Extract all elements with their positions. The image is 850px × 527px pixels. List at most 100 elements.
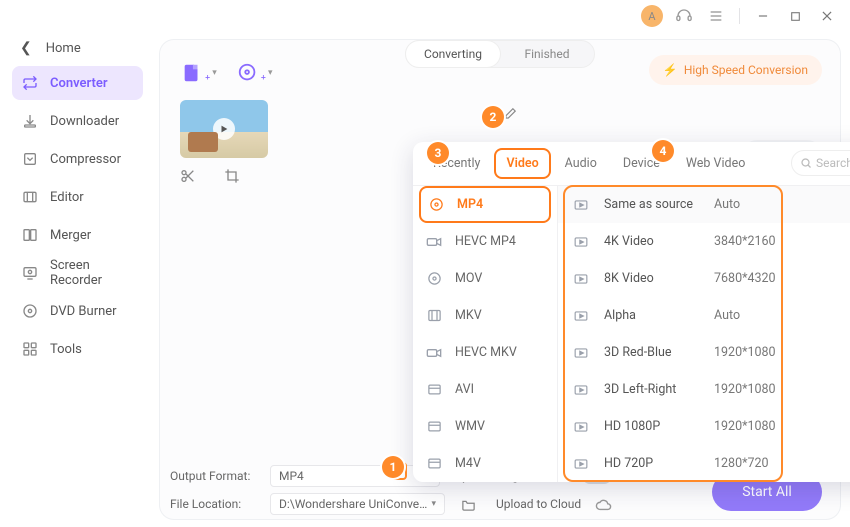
preset-row[interactable]: HD 1080P1920*1080 — [558, 408, 850, 445]
sidebar-item-editor[interactable]: Editor — [12, 180, 143, 214]
search-placeholder: Search — [816, 156, 850, 170]
format-m4v[interactable]: M4V — [413, 445, 557, 482]
preset-res: 1280*720 — [714, 456, 804, 471]
tab-video[interactable]: Video — [496, 150, 548, 177]
preset-list: Same as sourceAuto 4K Video3840*2160 8K … — [558, 186, 850, 482]
upload-cloud-label: Upload to Cloud — [496, 497, 581, 511]
tools-icon — [22, 341, 38, 357]
folder-open-icon[interactable] — [461, 497, 476, 512]
format-mp4[interactable]: MP4 — [419, 186, 551, 223]
format-label: MOV — [455, 271, 482, 286]
add-file-button[interactable]: ₊▾ — [181, 62, 217, 84]
clip-thumbnail[interactable] — [180, 100, 268, 158]
cloud-icon[interactable] — [595, 498, 612, 511]
window-close-button[interactable] — [816, 5, 838, 27]
window-minimize-button[interactable] — [752, 5, 774, 27]
preset-row[interactable]: 4K Video3840*2160 — [558, 223, 850, 260]
home-nav[interactable]: ❮ Home — [0, 34, 155, 66]
format-label: MKV — [455, 308, 482, 323]
add-dvd-button[interactable]: ₊▾ — [237, 62, 273, 84]
sidebar-item-tools[interactable]: Tools — [12, 332, 143, 366]
format-hevc-mkv[interactable]: HEVC MKV — [413, 334, 557, 371]
play-icon — [213, 118, 235, 140]
sidebar-item-dvd-burner[interactable]: DVD Burner — [12, 294, 143, 328]
preset-row[interactable]: Same as sourceAuto — [558, 186, 850, 223]
format-popup: Recently Video Audio Device Web Video Se… — [413, 142, 850, 482]
preset-res: 3840*2160 — [714, 234, 804, 249]
format-search[interactable]: Search — [791, 150, 850, 176]
titlebar: A — [0, 0, 850, 32]
preset-row[interactable]: AlphaAuto — [558, 297, 850, 334]
format-hevc-mp4[interactable]: HEVC MP4 — [413, 223, 557, 260]
segment-finished[interactable]: Finished — [500, 41, 594, 67]
disc-icon — [427, 196, 445, 214]
bolt-icon: ⚡ — [663, 63, 678, 77]
format-list: MP4 HEVC MP4 MOV MKV HEVC MKV AVI WMV M4… — [413, 186, 558, 482]
callout-4: 4 — [652, 140, 674, 162]
dvd-icon — [22, 303, 38, 319]
chevron-down-icon: ▾ — [212, 68, 217, 78]
sidebar-item-merger[interactable]: Merger — [12, 218, 143, 252]
segment-converting[interactable]: Converting — [406, 41, 500, 67]
callout-2: 2 — [482, 106, 504, 128]
callout-1: 1 — [382, 456, 404, 478]
sidebar-item-label: Tools — [50, 342, 82, 357]
plus-icon: ₊ — [261, 66, 266, 81]
preset-res: 1920*1080 — [714, 345, 804, 360]
support-icon[interactable] — [673, 5, 695, 27]
menu-icon[interactable] — [705, 5, 727, 27]
output-format-value: MP4 — [279, 469, 304, 483]
video-icon — [574, 347, 592, 359]
scissors-icon[interactable] — [180, 168, 196, 184]
preset-row[interactable]: HD 720P1280*720 — [558, 445, 850, 482]
camera-icon — [425, 344, 443, 362]
preset-row[interactable]: 3D Left-Right1920*1080 — [558, 371, 850, 408]
format-label: AVI — [455, 382, 474, 397]
tab-webvideo[interactable]: Web Video — [676, 150, 755, 177]
high-speed-button[interactable]: ⚡ High Speed Conversion — [649, 55, 822, 85]
crop-icon[interactable] — [224, 168, 240, 184]
window-maximize-button[interactable] — [784, 5, 806, 27]
user-avatar[interactable]: A — [641, 5, 663, 27]
chevron-down-icon: ▾ — [431, 499, 436, 509]
titlebar-divider — [739, 8, 740, 24]
preset-res: 1920*1080 — [714, 382, 804, 397]
preset-name: 8K Video — [604, 271, 714, 286]
converter-icon — [22, 75, 38, 91]
video-icon — [574, 458, 592, 470]
app-window: A ❮ Home Converter Downloader Compressor… — [0, 0, 850, 527]
sidebar-item-label: DVD Burner — [50, 304, 117, 319]
rename-icon[interactable] — [503, 107, 517, 121]
format-avi[interactable]: AVI — [413, 371, 557, 408]
format-label: WMV — [455, 419, 485, 434]
file-location-select[interactable]: D:\Wondershare UniConverter 1 ▾ — [270, 493, 445, 515]
sidebar-item-label: Merger — [50, 228, 91, 243]
home-label: Home — [46, 41, 81, 56]
compressor-icon — [22, 151, 38, 167]
format-mov[interactable]: MOV — [413, 260, 557, 297]
preset-name: 3D Left-Right — [604, 382, 714, 397]
preset-name: Alpha — [604, 308, 714, 323]
chevron-left-icon: ❮ — [20, 40, 32, 56]
main-area: ₊▾ ₊▾ Converting Finished ⚡ High Speed C… — [155, 32, 850, 527]
format-wmv[interactable]: WMV — [413, 408, 557, 445]
sidebar-item-converter[interactable]: Converter — [12, 66, 143, 100]
format-mkv[interactable]: MKV — [413, 297, 557, 334]
tab-audio[interactable]: Audio — [555, 150, 607, 177]
sidebar-item-downloader[interactable]: Downloader — [12, 104, 143, 138]
file-location-label: File Location: — [170, 497, 260, 511]
preset-name: 4K Video — [604, 234, 714, 249]
preset-row[interactable]: 8K Video7680*4320 — [558, 260, 850, 297]
film-icon — [425, 418, 443, 436]
video-icon — [574, 236, 592, 248]
preset-name: 3D Red-Blue — [604, 345, 714, 360]
high-speed-label: High Speed Conversion — [684, 63, 808, 77]
sidebar-item-screen-recorder[interactable]: Screen Recorder — [12, 256, 143, 290]
preset-res: 7680*4320 — [714, 271, 804, 286]
preset-row[interactable]: 3D Red-Blue1920*1080 — [558, 334, 850, 371]
sidebar-item-compressor[interactable]: Compressor — [12, 142, 143, 176]
sidebar: ❮ Home Converter Downloader Compressor E… — [0, 32, 155, 527]
sidebar-item-label: Compressor — [50, 152, 121, 167]
plus-icon: ₊ — [205, 66, 210, 81]
sidebar-item-label: Downloader — [50, 114, 119, 129]
